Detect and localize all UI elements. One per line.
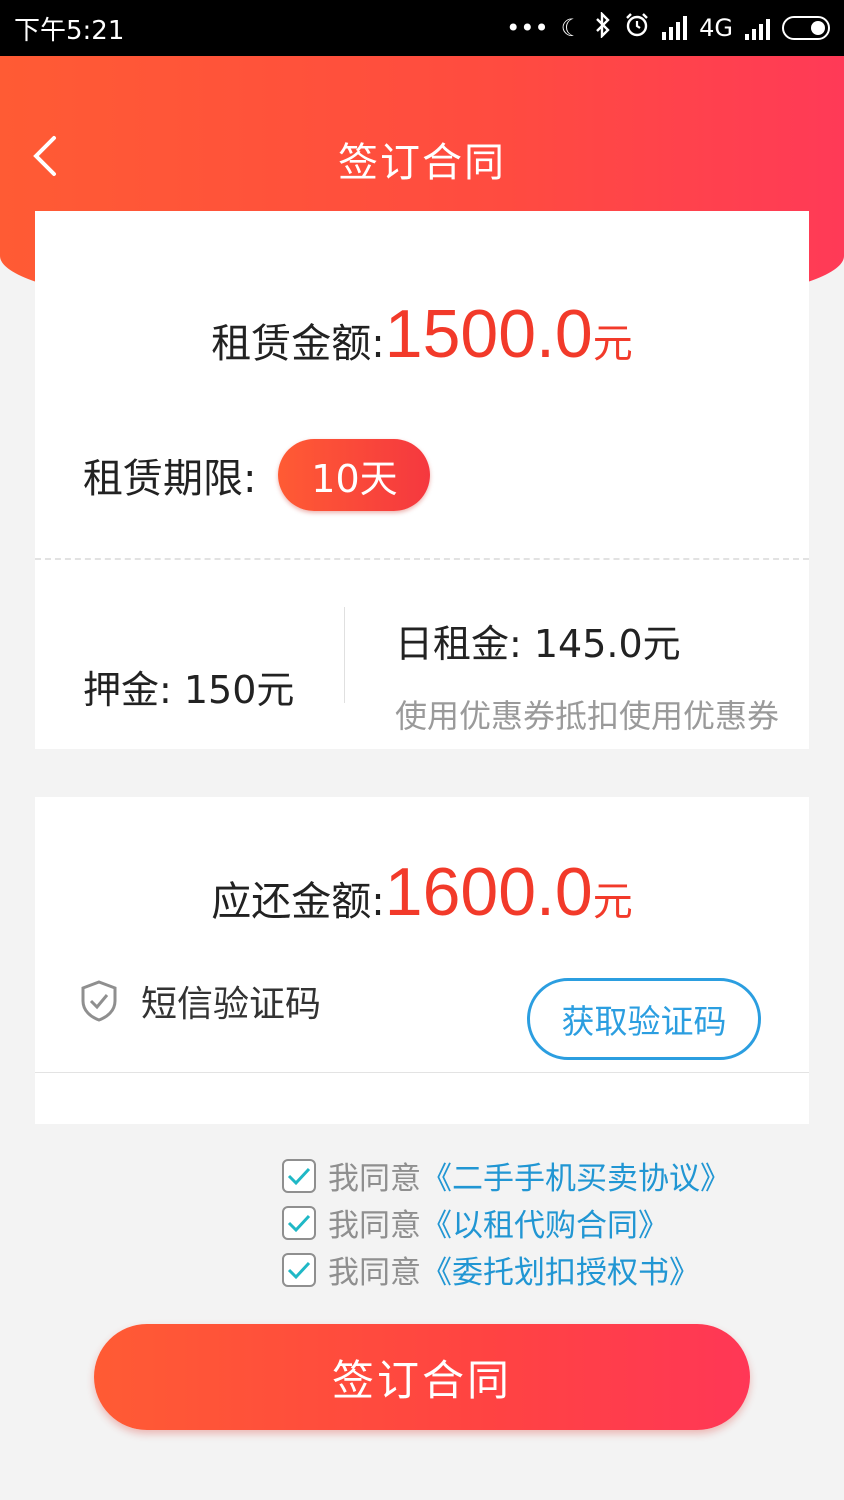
alarm-icon [624, 12, 650, 44]
status-bar: 下午5:21 ••• ☾ 4G [0, 0, 844, 56]
lease-term-badge[interactable]: 10天 [278, 439, 431, 511]
lease-term-row: 租赁期限: 10天 [83, 439, 431, 511]
agreements-list: 我同意 《二手手机买卖协议》 我同意 《以租代购合同》 我同意 《委托划扣授权书》 [282, 1152, 731, 1293]
lease-amount-row: 租赁金额:1500.0元 [35, 295, 809, 373]
deposit-text: 押金: 150元 [83, 668, 295, 712]
lease-term-label: 租赁期限: [83, 456, 257, 502]
lease-card: 租赁金额:1500.0元 租赁期限: 10天 押金: 150元 日租金: 145… [35, 211, 809, 749]
checkbox-checked-icon[interactable] [282, 1158, 316, 1193]
lease-amount-label: 租赁金额: [211, 321, 385, 367]
agreement-link-sale[interactable]: 《二手手机买卖协议》 [421, 1153, 731, 1198]
agreement-prefix: 我同意 [328, 1161, 421, 1197]
status-icons: ••• ☾ 4G [506, 11, 830, 44]
battery-icon [782, 16, 830, 40]
agreement-prefix: 我同意 [328, 1208, 421, 1244]
sms-divider [35, 1072, 809, 1073]
vertical-divider [344, 607, 345, 703]
lease-amount-unit: 元 [592, 321, 633, 367]
daily-rent-text: 日租金: 145.0元 [395, 622, 681, 666]
agreement-row: 我同意 《委托划扣授权书》 [282, 1246, 731, 1293]
agreement-link-debit-authorization[interactable]: 《委托划扣授权书》 [421, 1247, 700, 1292]
repay-amount-label: 应还金额: [211, 879, 385, 925]
sms-code-label: 短信验证码 [141, 984, 322, 1025]
repay-amount-value: 1600.0 [384, 854, 593, 930]
agreement-prefix: 我同意 [328, 1255, 421, 1291]
agreement-link-lease-to-own[interactable]: 《以租代购合同》 [421, 1200, 669, 1245]
sign-contract-button[interactable]: 签订合同 [94, 1324, 750, 1430]
status-time: 下午5:21 [14, 15, 125, 46]
agreement-row: 我同意 《以租代购合同》 [282, 1199, 731, 1246]
repay-card: 应还金额:1600.0元 短信验证码 获取验证码 [35, 797, 809, 1124]
bluetooth-icon [594, 11, 612, 44]
get-code-button[interactable]: 获取验证码 [527, 978, 761, 1060]
coupon-text[interactable]: 使用优惠券抵扣使用优惠券 [395, 691, 809, 737]
agreement-row: 我同意 《二手手机买卖协议》 [282, 1152, 731, 1199]
repay-amount-unit: 元 [592, 879, 633, 925]
sms-code-field[interactable]: 短信验证码 [79, 975, 321, 1027]
shield-check-icon [79, 979, 119, 1023]
checkbox-checked-icon[interactable] [282, 1205, 316, 1240]
hd-signal-icon [662, 16, 688, 40]
repay-amount-row: 应还金额:1600.0元 [35, 853, 809, 931]
lease-amount-value: 1500.0 [384, 296, 593, 372]
moon-icon: ☾ [560, 14, 583, 42]
signal-icon [745, 16, 770, 40]
dashed-divider [35, 558, 809, 560]
dots-icon: ••• [506, 14, 549, 42]
page-title: 签订合同 [338, 140, 506, 186]
checkbox-checked-icon[interactable] [282, 1252, 316, 1287]
network-type: 4G [699, 14, 733, 42]
